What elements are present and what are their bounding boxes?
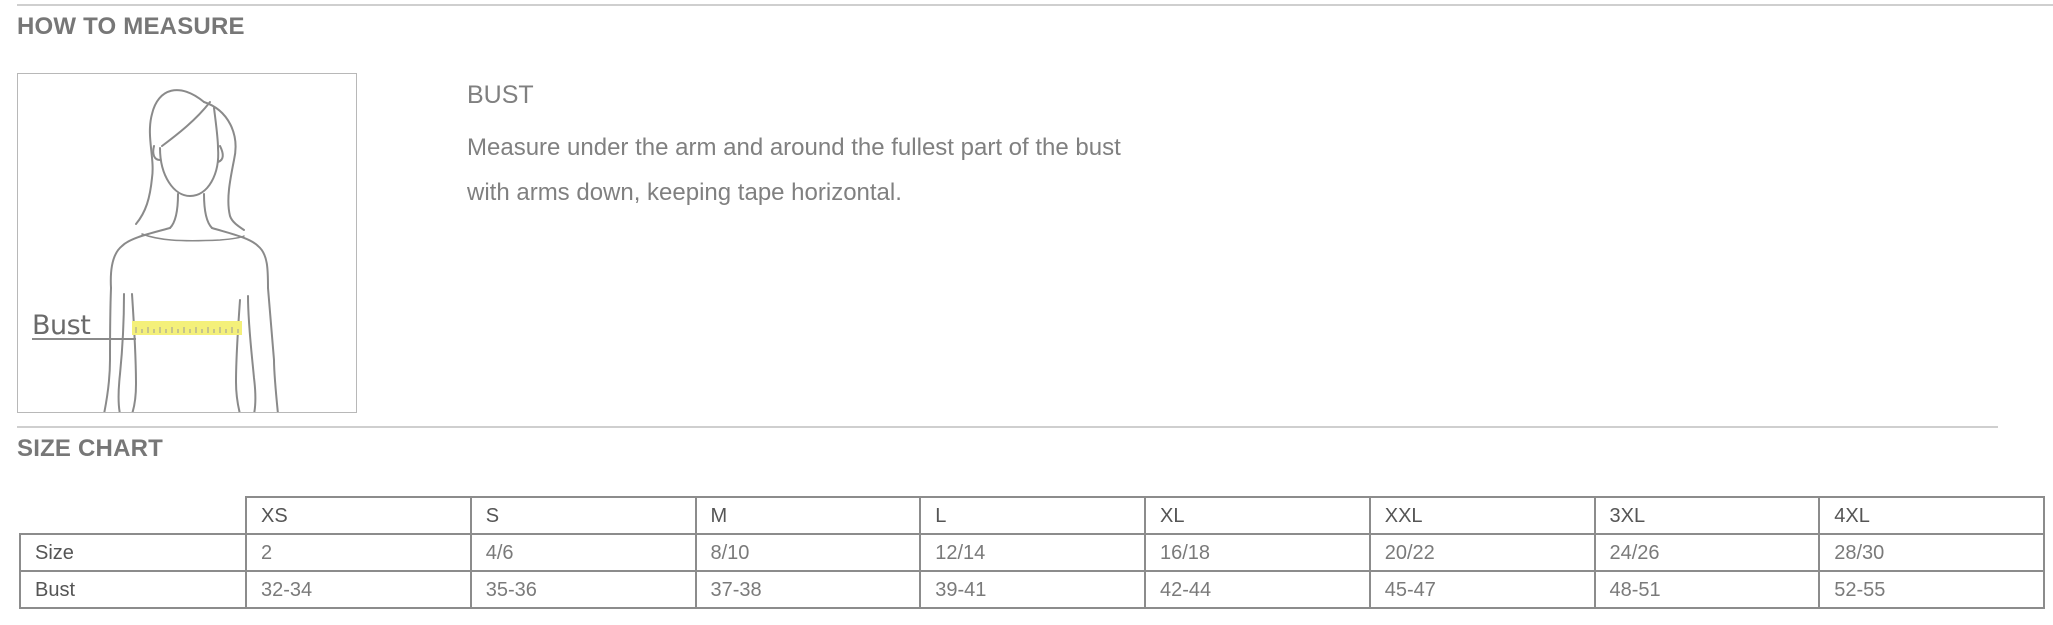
table-cell: 8/10 (694, 533, 922, 572)
table-cell: 45-47 (1368, 570, 1596, 609)
table-header-row: XS S M L XL XXL 3XL 4XL (20, 496, 2045, 535)
table-cell: 28/30 (1818, 533, 2045, 572)
measure-description-line: with arms down, keeping tape horizontal. (467, 179, 902, 206)
size-column-header: 4XL (1818, 496, 2045, 535)
table-cell: 39-41 (919, 570, 1146, 609)
table-corner-cell (20, 497, 247, 535)
table-cell: 52-55 (1818, 570, 2045, 609)
size-column-header: XXL (1368, 496, 1596, 535)
table-cell: 2 (245, 533, 472, 572)
measure-description: Measure under the arm and around the ful… (467, 125, 1367, 215)
how-to-measure-title: HOW TO MEASURE (17, 13, 245, 40)
row-label: Bust (19, 570, 247, 609)
measurement-figure: Bust (17, 73, 357, 413)
figure-bust-label: Bust (32, 310, 91, 341)
table-cell: 32-34 (245, 570, 472, 609)
measure-instructions: BUST Measure under the arm and around th… (467, 80, 1367, 215)
size-column-header: M (694, 496, 922, 535)
size-column-header: XL (1144, 496, 1371, 535)
table-cell: 48-51 (1593, 570, 1821, 609)
size-column-header: L (919, 496, 1146, 535)
table-cell: 24/26 (1593, 533, 1821, 572)
table-cell: 12/14 (919, 533, 1146, 572)
table-cell: 20/22 (1368, 533, 1596, 572)
measure-heading: BUST (467, 81, 534, 109)
table-cell: 42-44 (1144, 570, 1371, 609)
table-row: Size 2 4/6 8/10 12/14 16/18 20/22 24/26 … (19, 533, 2045, 572)
size-chart-title: SIZE CHART (17, 435, 163, 462)
top-divider (17, 4, 2053, 6)
row-label: Size (19, 533, 247, 572)
table-cell: 35-36 (469, 570, 697, 609)
size-column-header: S (469, 496, 697, 535)
table-row: Bust 32-34 35-36 37-38 39-41 42-44 45-47… (19, 570, 2045, 609)
size-chart-table: XS S M L XL XXL 3XL 4XL Size 2 4/6 8/10 … (19, 496, 2045, 609)
table-cell: 4/6 (469, 533, 697, 572)
female-silhouette-illustration (32, 89, 279, 412)
table-cell: 37-38 (694, 570, 922, 609)
section-divider (17, 426, 1998, 428)
size-column-header: 3XL (1593, 496, 1821, 535)
measure-description-line: Measure under the arm and around the ful… (467, 134, 1121, 161)
table-cell: 16/18 (1144, 533, 1371, 572)
size-column-header: XS (245, 496, 472, 535)
